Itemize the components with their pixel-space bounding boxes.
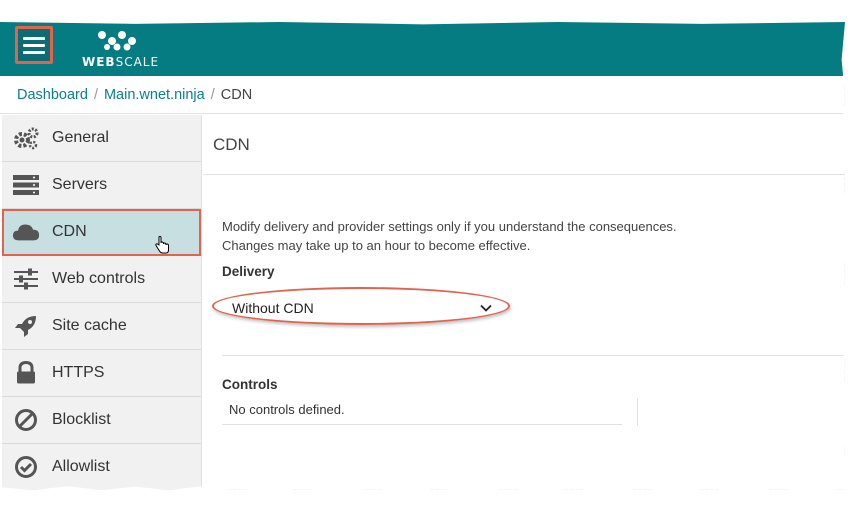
breadcrumb-separator: / — [93, 86, 98, 103]
sidebar-item-general[interactable]: General — [2, 115, 201, 162]
sidebar-item-label: Site cache — [52, 317, 127, 334]
sidebar: General Servers CDN Web controls Site ca… — [2, 115, 202, 490]
lock-icon — [12, 361, 40, 385]
sidebar-item-label: Blocklist — [52, 411, 111, 428]
logo-wordmark: WEBSCALE — [82, 55, 160, 69]
webscale-logo[interactable]: WEBSCALE — [82, 30, 162, 70]
controls-empty-message: No controls defined. — [222, 395, 622, 425]
page-title: CDN — [203, 115, 845, 175]
sidebar-item-label: CDN — [52, 223, 87, 240]
sidebar-item-label: Allowlist — [52, 458, 110, 475]
sliders-icon — [12, 267, 40, 291]
delivery-label: Delivery — [222, 264, 275, 279]
section-divider — [222, 355, 845, 356]
breadcrumb-current: CDN — [220, 86, 253, 103]
cloud-icon — [12, 220, 40, 244]
breadcrumb-dashboard[interactable]: Dashboard — [17, 87, 88, 103]
sidebar-item-cdn[interactable]: CDN — [2, 209, 201, 256]
delivery-select[interactable]: Without CDN — [228, 297, 496, 319]
description-line: Changes may take up to an hour to become… — [222, 238, 531, 253]
gears-icon — [12, 126, 40, 150]
ban-icon — [12, 408, 40, 432]
menu-icon-line — [23, 36, 45, 40]
breadcrumb: Dashboard / Main.wnet.ninja / CDN — [0, 76, 845, 114]
sidebar-item-label: HTTPS — [52, 364, 105, 381]
sidebar-item-web-controls[interactable]: Web controls — [2, 256, 201, 303]
chevron-down-icon — [480, 304, 492, 312]
hand-cursor-icon — [155, 236, 169, 254]
cdn-description: Modify delivery and provider settings on… — [222, 217, 677, 255]
servers-icon — [12, 173, 40, 197]
rocket-icon — [12, 314, 40, 338]
top-bar: WEBSCALE — [0, 22, 845, 76]
check-circle-icon — [12, 455, 40, 479]
breadcrumb-separator: / — [210, 86, 215, 103]
sidebar-item-label: Web controls — [52, 270, 146, 287]
sidebar-item-label: General — [52, 129, 109, 146]
description-line: Modify delivery and provider settings on… — [222, 219, 677, 234]
menu-icon-line — [23, 43, 45, 47]
delivery-select-highlight: Without CDN — [212, 287, 510, 325]
controls-label: Controls — [222, 377, 278, 392]
menu-icon-line — [23, 50, 45, 54]
sidebar-item-allowlist[interactable]: Allowlist — [2, 444, 201, 490]
screenshot-frame: WEBSCALE Dashboard / Main.wnet.ninja / C… — [0, 22, 845, 490]
sidebar-item-label: Servers — [52, 176, 108, 193]
sidebar-item-https[interactable]: HTTPS — [2, 350, 201, 397]
breadcrumb-site[interactable]: Main.wnet.ninja — [104, 87, 205, 103]
hamburger-menu-button[interactable] — [15, 26, 53, 64]
webscale-logo-icon — [98, 31, 136, 51]
sidebar-item-servers[interactable]: Servers — [2, 162, 201, 209]
sidebar-item-site-cache[interactable]: Site cache — [2, 303, 201, 350]
delivery-select-value: Without CDN — [232, 300, 314, 316]
controls-column-divider — [637, 398, 638, 426]
sidebar-item-blocklist[interactable]: Blocklist — [2, 397, 201, 444]
main-content: CDN Modify delivery and provider setting… — [203, 115, 845, 490]
